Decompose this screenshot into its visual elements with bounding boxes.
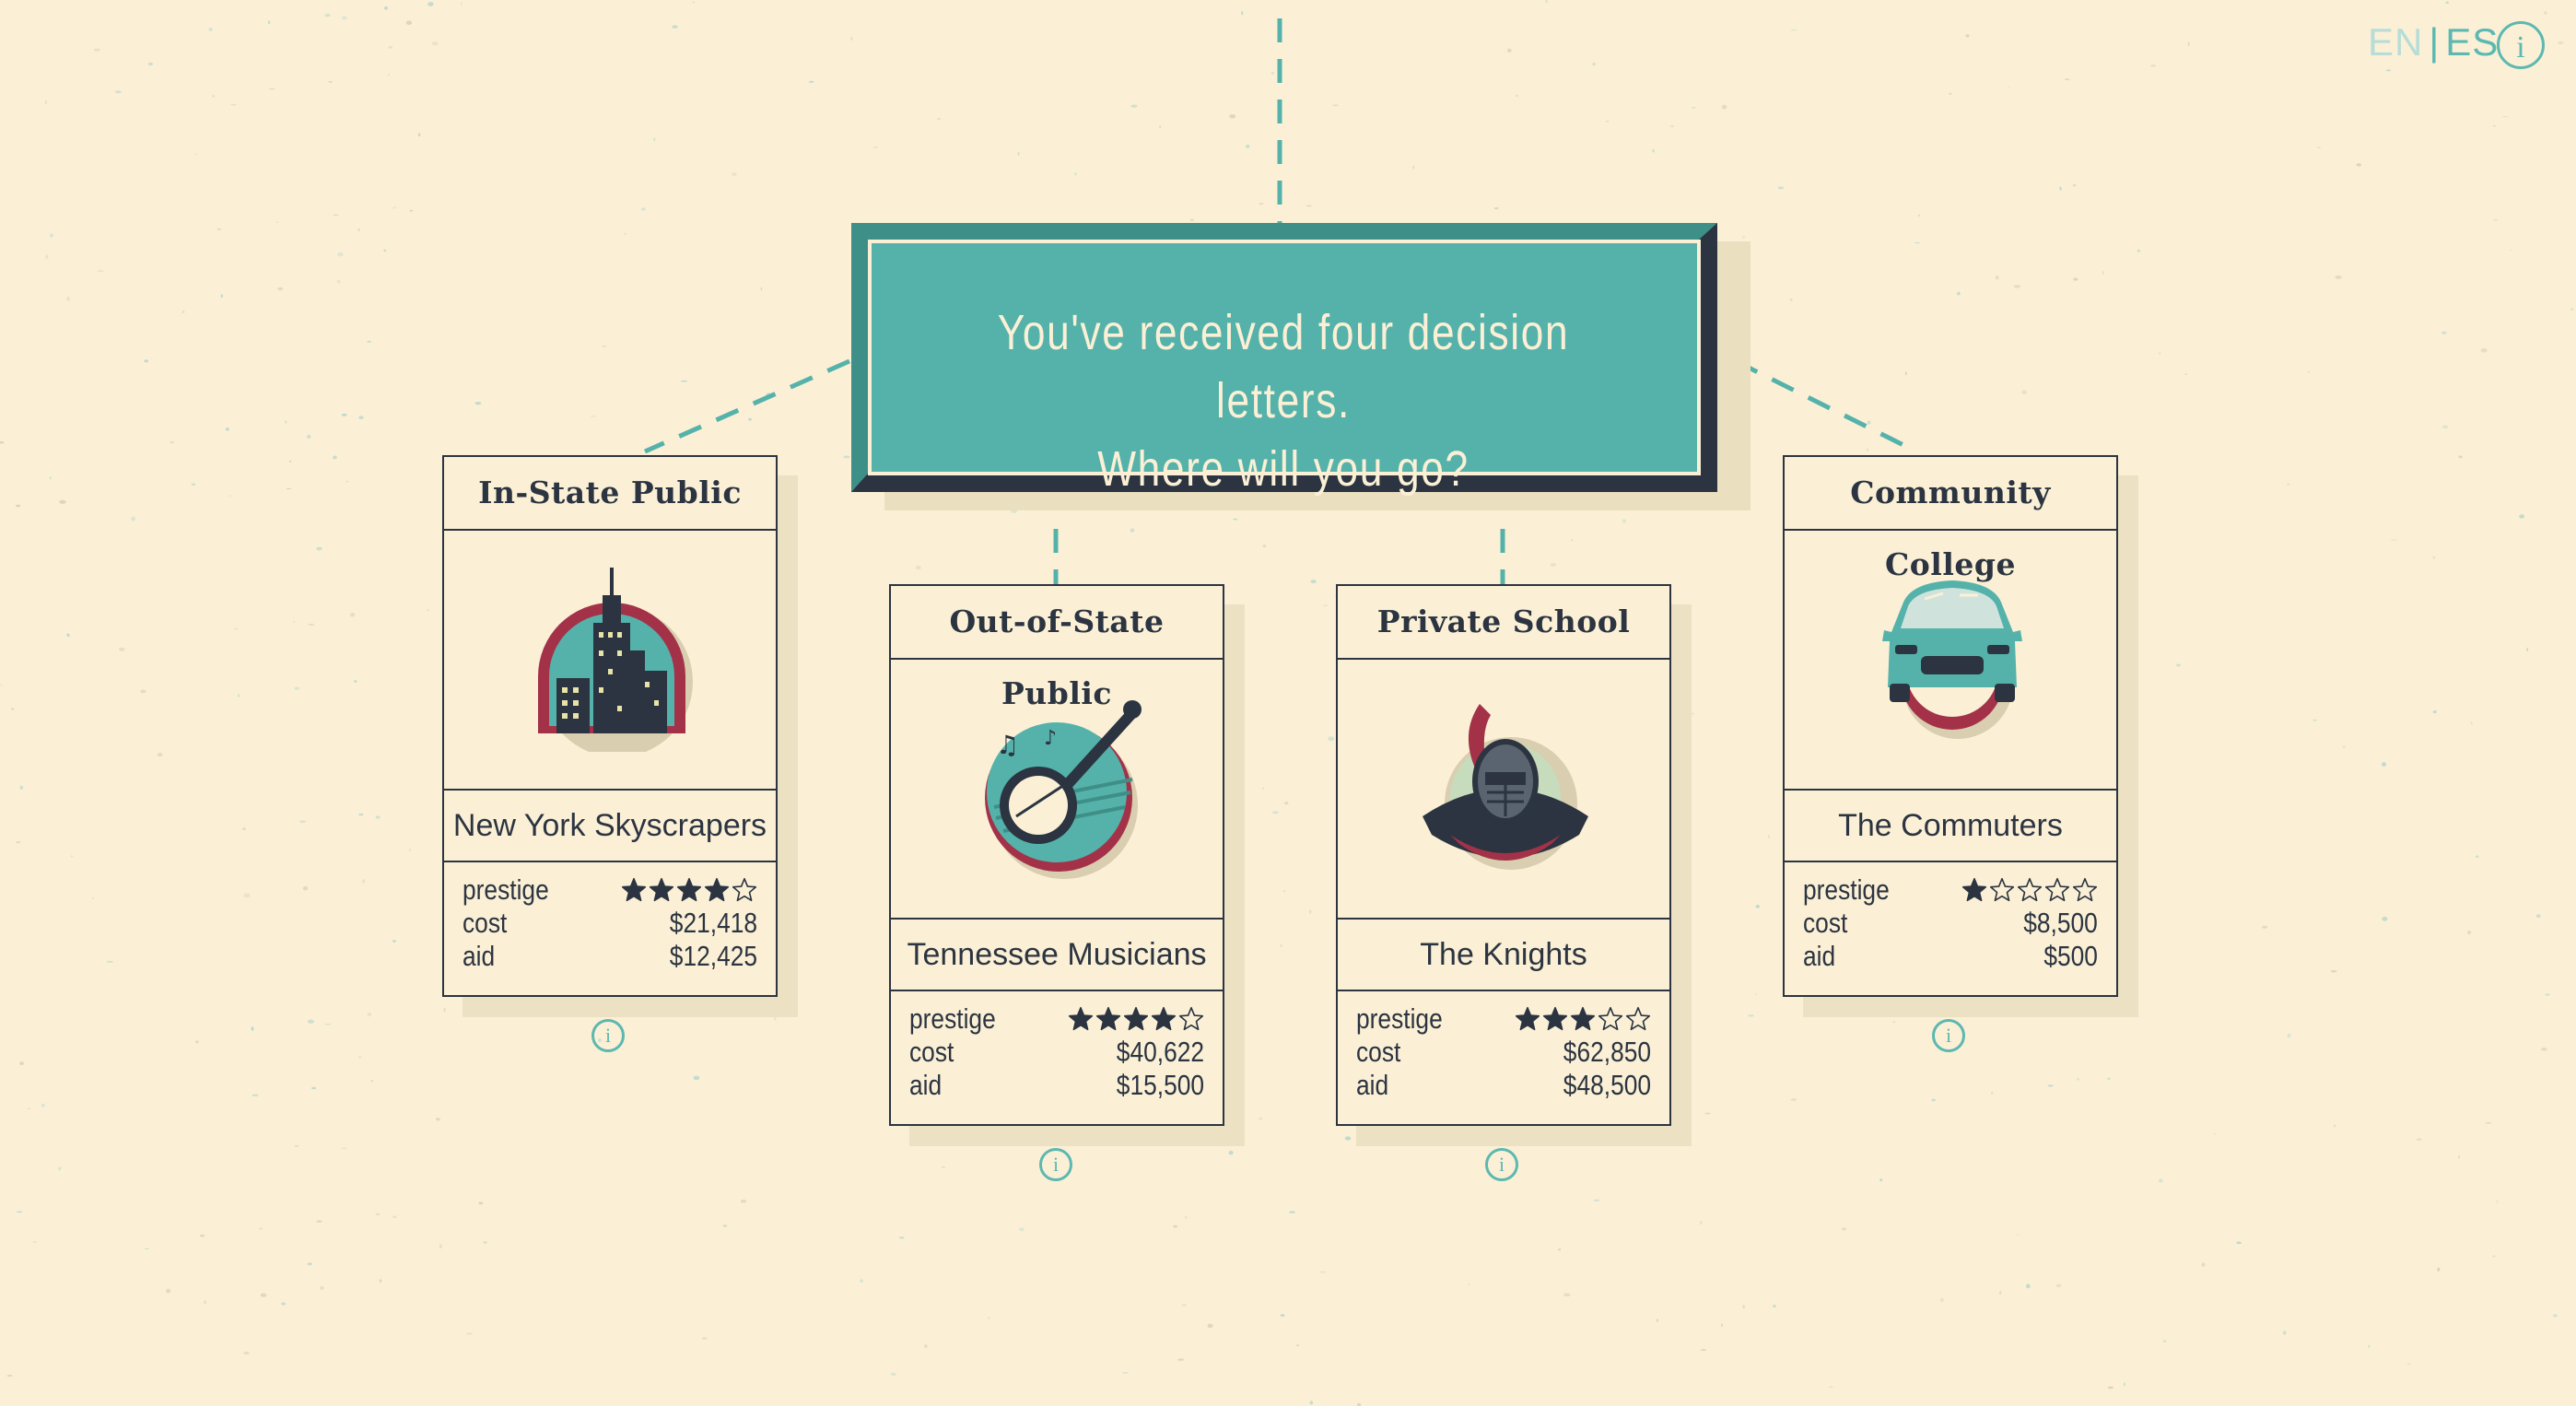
star-filled-icon [649, 877, 674, 902]
aid-value: $12,425 [669, 940, 757, 972]
star-filled-icon [1123, 1006, 1149, 1031]
prestige-stars [621, 877, 757, 903]
banner-text: You've received four decision letters. W… [943, 299, 1624, 503]
star-empty-icon [2072, 877, 2098, 902]
language-es-link[interactable]: ES [2445, 20, 2499, 64]
school-card-community-college[interactable]: Community College The Commuters prestige… [1783, 455, 2118, 997]
card-stats: prestige cost $8,500 aid $500 [1785, 862, 2116, 973]
card-info-icon[interactable]: i [591, 1019, 625, 1052]
team-name: The Commuters [1785, 791, 2116, 862]
prestige-label: prestige [1356, 1002, 1443, 1035]
aid-label: aid [909, 1069, 943, 1101]
connector-lines [643, 18, 1918, 584]
info-icon[interactable]: i [2497, 21, 2545, 69]
card-info-icon[interactable]: i [1485, 1148, 1518, 1181]
card-image [1785, 531, 2116, 791]
school-card-in-state-public[interactable]: In-State Public New York Skyscrapers pre… [442, 455, 778, 997]
banner-line-1: You've received four decision letters. [997, 305, 1570, 428]
star-empty-icon [1178, 1006, 1204, 1031]
aid-value: $48,500 [1563, 1069, 1651, 1101]
card-image: ♫ ♪ [891, 660, 1223, 920]
star-empty-icon [1625, 1006, 1651, 1031]
aid-value: $500 [2043, 940, 2098, 972]
card-stats: prestige cost $40,622 aid $15,500 [891, 991, 1223, 1102]
star-filled-icon [1961, 877, 1987, 902]
prestige-stars [1961, 877, 2098, 903]
school-card-private-school[interactable]: Private School The Knights prestige cost… [1336, 584, 1671, 1126]
card-info-icon[interactable]: i [1932, 1019, 1965, 1052]
star-filled-icon [1068, 1006, 1094, 1031]
prestige-label: prestige [463, 873, 549, 906]
aid-label: aid [1356, 1069, 1389, 1101]
svg-text:♫: ♫ [996, 730, 1019, 760]
card-title: Community College [1785, 457, 2116, 582]
cost-value: $62,850 [1563, 1036, 1651, 1068]
language-switcher: EN | ES [2368, 20, 2499, 64]
background-texture [0, 0, 2574, 1406]
card-title: Private School [1338, 586, 1669, 660]
card-info-icon[interactable]: i [1039, 1148, 1072, 1181]
cost-label: cost [909, 1036, 954, 1068]
skyscraper-icon [538, 568, 693, 752]
star-filled-icon [1570, 1006, 1596, 1031]
cost-value: $21,418 [669, 907, 757, 939]
card-stats: prestige cost $62,850 aid $48,500 [1338, 991, 1669, 1102]
school-card-out-of-state-public[interactable]: Out-of-State Public ♫ ♪ Tennessee Musici… [889, 584, 1224, 1126]
star-filled-icon [1151, 1006, 1177, 1031]
team-name: The Knights [1338, 920, 1669, 991]
cost-value: $40,622 [1116, 1036, 1204, 1068]
star-filled-icon [1095, 1006, 1121, 1031]
prestige-stars [1515, 1006, 1651, 1032]
star-empty-icon [732, 877, 757, 902]
decision-banner: You've received four decision letters. W… [851, 223, 1717, 497]
banner-line-2: Where will you go? [1097, 441, 1469, 497]
cost-label: cost [1356, 1036, 1401, 1068]
star-empty-icon [2017, 877, 2043, 902]
cost-label: cost [463, 907, 508, 939]
star-filled-icon [621, 877, 647, 902]
svg-text:♪: ♪ [1044, 727, 1057, 750]
star-filled-icon [704, 877, 730, 902]
aid-value: $15,500 [1116, 1069, 1204, 1101]
card-image [1338, 660, 1669, 920]
cost-label: cost [1803, 907, 1848, 939]
prestige-label: prestige [1803, 873, 1890, 906]
star-empty-icon [2044, 877, 2070, 902]
banjo-icon: ♫ ♪ [985, 700, 1142, 879]
star-filled-icon [1515, 1006, 1540, 1031]
card-stats: prestige cost $21,418 aid $12,425 [444, 862, 776, 973]
aid-label: aid [1803, 940, 1836, 972]
card-title: In-State Public [444, 457, 776, 531]
language-separator: | [2429, 20, 2441, 64]
star-filled-icon [1542, 1006, 1568, 1031]
card-image [444, 531, 776, 791]
star-empty-icon [1598, 1006, 1623, 1031]
knight-icon [1423, 704, 1588, 870]
team-name: New York Skyscrapers [444, 791, 776, 862]
team-name: Tennessee Musicians [891, 920, 1223, 991]
card-title: Out-of-State Public [891, 586, 1223, 711]
prestige-label: prestige [909, 1002, 996, 1035]
car-icon [1882, 580, 2022, 739]
language-en-link[interactable]: EN [2368, 20, 2423, 64]
cost-value: $8,500 [2023, 907, 2098, 939]
star-empty-icon [1989, 877, 2015, 902]
prestige-stars [1068, 1006, 1204, 1032]
aid-label: aid [463, 940, 496, 972]
star-filled-icon [676, 877, 702, 902]
